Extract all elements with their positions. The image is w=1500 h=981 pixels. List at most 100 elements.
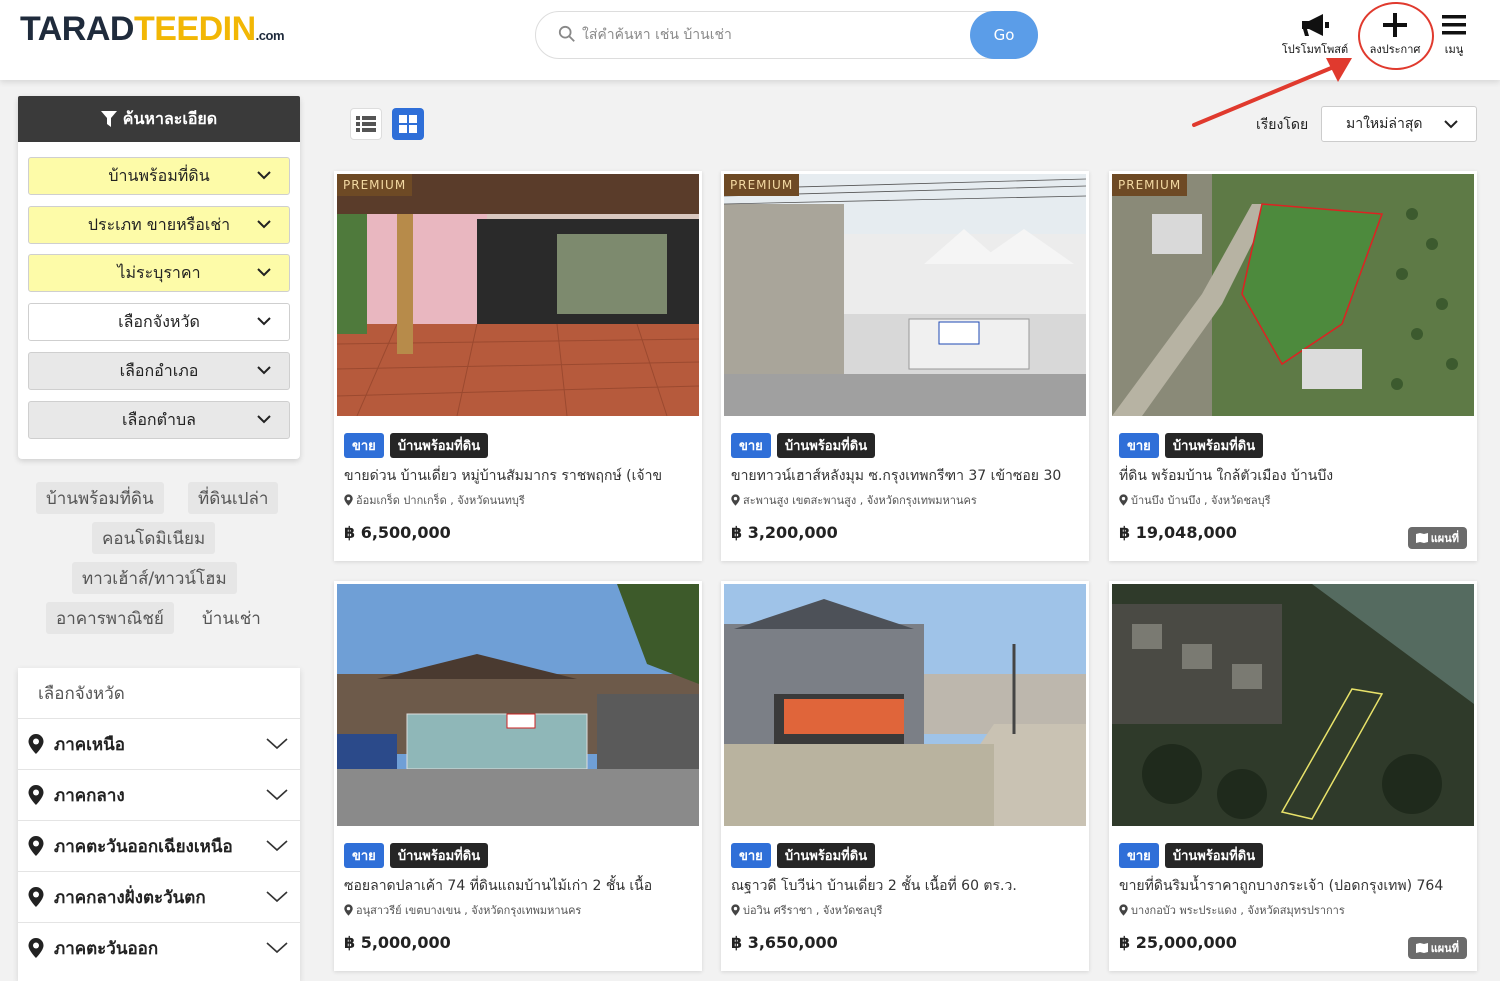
map-button[interactable]: แผนที่ — [1407, 937, 1467, 959]
region-item-north[interactable]: ภาคเหนือ — [18, 718, 300, 769]
map-pin-icon — [344, 904, 353, 916]
tag-rent-house[interactable]: บ้านเช่า — [192, 602, 271, 634]
type-badge: บ้านพร้อมที่ดิน — [776, 843, 876, 868]
region-label: ภาคกลาง — [54, 785, 125, 806]
price-select[interactable]: ไม่ระบุราคา — [28, 254, 290, 292]
location-text: บ้านบึง บ้านบึง , จังหวัดชลบุรี — [1131, 494, 1271, 507]
premium-badge: PREMIUM — [337, 174, 413, 196]
listing-card[interactable]: PREMIUM ขาย บ้านพร้อมที่ดิน ขายทาวน์เฮาส… — [721, 171, 1089, 561]
listing-photo[interactable] — [337, 584, 699, 826]
chevron-down-icon — [257, 317, 271, 326]
listing-card[interactable]: PREMIUM ขาย บ้านพร้อมที่ดิน ที่ดิน พร้อม… — [1109, 171, 1477, 561]
property-type-select[interactable]: บ้านพร้อมที่ดิน — [28, 157, 290, 195]
map-icon — [1415, 943, 1428, 953]
search-input[interactable] — [582, 20, 962, 50]
listing-price: ฿ 6,500,000 — [344, 523, 451, 542]
listing-price: ฿ 25,000,000 — [1119, 933, 1237, 952]
chevron-down-icon — [266, 789, 288, 801]
subdistrict-select[interactable]: เลือกตำบล — [28, 401, 290, 439]
region-label: ภาคตะวันออกเฉียงเหนือ — [54, 836, 233, 857]
listing-title[interactable]: ขายทาวน์เฮาส์หลังมุม ซ.กรุงเทพกรีฑา 37 เ… — [731, 465, 1081, 487]
advanced-search-panel: ค้นหาละเอียด บ้านพร้อมที่ดิน ประเภท ขายห… — [18, 96, 300, 459]
map-label: แผนที่ — [1430, 532, 1459, 545]
highlight-circle — [1358, 2, 1434, 70]
logo-suffix-text: .com — [255, 28, 285, 43]
grid-view-button[interactable] — [392, 108, 424, 140]
listing-photo[interactable]: PREMIUM — [1112, 174, 1474, 416]
listing-location: อนุสาวรีย์ เขตบางเขน , จังหวัดกรุงเทพมหา… — [344, 901, 694, 919]
sale-badge: ขาย — [344, 433, 384, 458]
select-label: เลือกตำบล — [122, 409, 196, 429]
region-item-east[interactable]: ภาคตะวันออก — [18, 922, 300, 973]
menu-label: เมนู — [1444, 43, 1464, 56]
listing-price: ฿ 3,650,000 — [731, 933, 838, 952]
advanced-search-header: ค้นหาละเอียด — [18, 96, 300, 142]
map-label: แผนที่ — [1430, 942, 1459, 955]
map-pin-icon — [28, 836, 44, 856]
listing-title[interactable]: ที่ดิน พร้อมบ้าน ใกล้ตัวเมือง บ้านบึง — [1119, 465, 1469, 487]
sale-rent-select[interactable]: ประเภท ขายหรือเช่า — [28, 206, 290, 244]
map-pin-icon — [28, 734, 44, 754]
listing-photo[interactable]: PREMIUM — [337, 174, 699, 416]
listing-title[interactable]: ขายที่ดินริมน้ำราคาถูกบางกระเจ้า (ปอดกรุ… — [1119, 875, 1469, 897]
region-item-central[interactable]: ภาคกลาง — [18, 769, 300, 820]
select-label: เลือกจังหวัด — [118, 311, 200, 331]
search-go-button[interactable]: Go — [970, 11, 1038, 59]
tag-vacant-land[interactable]: ที่ดินเปล่า — [188, 482, 279, 514]
search-bar: Go — [535, 11, 1038, 59]
listing-title[interactable]: ขายด่วน บ้านเดี่ยว หมู่บ้านสัมมากร ราชพฤ… — [344, 465, 694, 487]
grid-icon — [399, 115, 417, 133]
funnel-icon — [100, 111, 117, 127]
listing-badges: ขาย บ้านพร้อมที่ดิน — [1119, 433, 1264, 458]
listing-location: บางกอบัว พระประแดง , จังหวัดสมุทรปราการ — [1119, 901, 1469, 919]
tag-commercial[interactable]: อาคารพาณิชย์ — [46, 602, 174, 634]
listing-price: ฿ 3,200,000 — [731, 523, 838, 542]
region-item-west-central[interactable]: ภาคกลางฝั่งตะวันตก — [18, 871, 300, 922]
listing-location: บ้านบึง บ้านบึง , จังหวัดชลบุรี — [1119, 491, 1469, 509]
sale-badge: ขาย — [1119, 843, 1159, 868]
province-select[interactable]: เลือกจังหวัด — [28, 303, 290, 341]
map-button[interactable]: แผนที่ — [1407, 527, 1467, 549]
region-item-northeast[interactable]: ภาคตะวันออกเฉียงเหนือ — [18, 820, 300, 871]
chevron-down-icon — [257, 220, 271, 229]
listing-badges: ขาย บ้านพร้อมที่ดิน — [344, 433, 489, 458]
listing-card[interactable]: ขาย บ้านพร้อมที่ดิน ณฐาวดี โบวีน่า บ้านเ… — [721, 581, 1089, 971]
chevron-down-icon — [257, 415, 271, 424]
tag-townhouse[interactable]: ทาวเฮ้าส์/ทาวน์โฮม — [72, 562, 237, 594]
select-label: ไม่ระบุราคา — [117, 262, 201, 282]
tag-condo[interactable]: คอนโดมิเนียม — [92, 522, 216, 554]
map-pin-icon — [731, 494, 740, 506]
region-list: เลือกจังหวัด ภาคเหนือ ภาคกลาง ภาคตะวันออ… — [18, 668, 300, 981]
listing-price: ฿ 5,000,000 — [344, 933, 451, 952]
location-text: สะพานสูง เขตสะพานสูง , จังหวัดกรุงเทพมหา… — [743, 494, 977, 507]
sort-select[interactable]: มาใหม่ล่าสุด — [1321, 106, 1477, 142]
map-pin-icon — [1119, 494, 1128, 506]
district-select[interactable]: เลือกอำเภอ — [28, 352, 290, 390]
list-view-button[interactable] — [350, 108, 382, 140]
select-label: เลือกอำเภอ — [119, 360, 199, 380]
site-logo[interactable]: TARADTEEDIN.com — [20, 10, 285, 49]
listing-title[interactable]: ซอยลาดปลาเค้า 74 ที่ดินแถมบ้านไม้เก่า 2 … — [344, 875, 694, 897]
listing-title[interactable]: ณฐาวดี โบวีน่า บ้านเดี่ยว 2 ชั้น เนื้อที… — [731, 875, 1081, 897]
listing-photo[interactable] — [724, 584, 1086, 826]
chevron-down-icon — [266, 942, 288, 954]
chevron-down-icon — [257, 171, 271, 180]
premium-badge: PREMIUM — [1112, 174, 1188, 196]
location-text: อนุสาวรีย์ เขตบางเขน , จังหวัดกรุงเทพมหา… — [356, 904, 582, 917]
listing-photo[interactable] — [1112, 584, 1474, 826]
tag-house-land[interactable]: บ้านพร้อมที่ดิน — [36, 482, 164, 514]
listing-badges: ขาย บ้านพร้อมที่ดิน — [344, 843, 489, 868]
listing-card[interactable]: ขาย บ้านพร้อมที่ดิน ซอยลาดปลาเค้า 74 ที่… — [334, 581, 702, 971]
listing-location: อ้อมเกร็ด ปากเกร็ด , จังหวัดนนทบุรี — [344, 491, 694, 509]
sale-badge: ขาย — [344, 843, 384, 868]
hamburger-icon — [1442, 15, 1466, 35]
chevron-down-icon — [257, 268, 271, 277]
logo-accent-text: TEEDIN — [133, 10, 256, 48]
menu-button[interactable]: เมนู — [1438, 12, 1470, 58]
listing-photo[interactable]: PREMIUM — [724, 174, 1086, 416]
search-icon — [558, 25, 575, 42]
region-label: ภาคกลางฝั่งตะวันตก — [54, 887, 206, 908]
listing-card[interactable]: ขาย บ้านพร้อมที่ดิน ขายที่ดินริมน้ำราคาถ… — [1109, 581, 1477, 971]
advanced-search-title: ค้นหาละเอียด — [122, 108, 218, 128]
listing-card[interactable]: PREMIUM ขาย บ้านพร้อมที่ดิน ขายด่วน บ้าน… — [334, 171, 702, 561]
